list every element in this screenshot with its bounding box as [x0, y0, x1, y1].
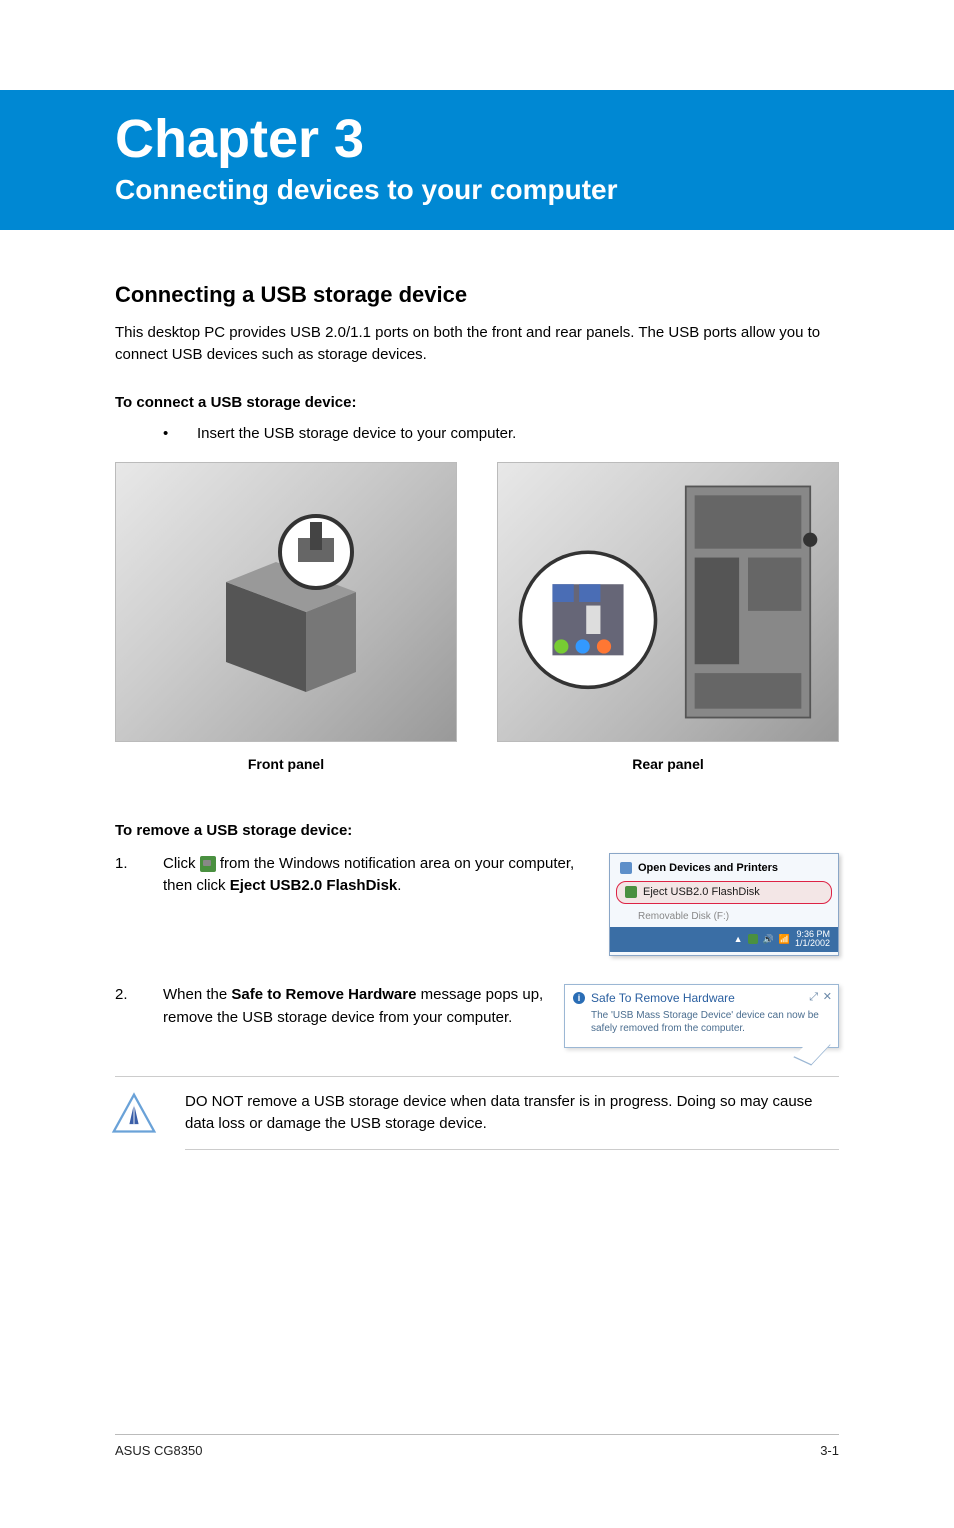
- warning-text: DO NOT remove a USB storage device when …: [185, 1091, 839, 1150]
- page-content: Connecting a USB storage device This des…: [0, 230, 954, 1150]
- step-2-text: When the Safe to Remove Hardware message…: [163, 984, 564, 1048]
- safe-remove-balloon: ⤢ ✕ i Safe To Remove Hardware The 'USB M…: [564, 984, 839, 1048]
- step-1-text-c: .: [397, 877, 401, 894]
- open-devices-label: Open Devices and Printers: [638, 860, 778, 877]
- chapter-banner: Chapter 3 Connecting devices to your com…: [0, 90, 954, 230]
- step-1-number: 1.: [115, 853, 163, 957]
- front-panel-image: [115, 462, 457, 742]
- warning-callout: DO NOT remove a USB storage device when …: [115, 1076, 839, 1150]
- step-2-bold: Safe to Remove Hardware: [231, 986, 416, 1003]
- section-heading: Connecting a USB storage device: [115, 282, 839, 308]
- eject-icon: [625, 886, 637, 898]
- step-2-text-a: When the: [163, 986, 231, 1003]
- removable-disk-item: Removable Disk (F:): [610, 906, 838, 927]
- step-2-number: 2.: [115, 984, 163, 1048]
- connect-bullet: • Insert the USB storage device to your …: [163, 425, 839, 442]
- front-panel-figure: Front panel: [115, 462, 457, 772]
- step-2: 2. When the Safe to Remove Hardware mess…: [115, 984, 839, 1048]
- figure-row: Front panel: [115, 462, 839, 772]
- tray-sound-icon: 🔊: [763, 933, 774, 947]
- tray-remove-icon: [748, 934, 758, 944]
- footer-page-number: 3-1: [820, 1443, 839, 1458]
- balloon-title: Safe To Remove Hardware: [591, 989, 735, 1007]
- step-1-bold: Eject USB2.0 FlashDisk: [230, 877, 398, 894]
- rear-panel-image: [497, 462, 839, 742]
- tray-date: 1/1/2002: [795, 938, 830, 948]
- warning-icon: [111, 1091, 157, 1137]
- rear-panel-figure: Rear panel: [497, 462, 839, 772]
- chapter-subtitle: Connecting devices to your computer: [115, 174, 914, 206]
- balloon-close-icon[interactable]: ✕: [823, 989, 832, 1006]
- info-icon: i: [573, 992, 585, 1004]
- balloon-title-row: i Safe To Remove Hardware: [573, 989, 830, 1007]
- front-panel-caption: Front panel: [248, 756, 324, 772]
- step-1-text-a: Click: [163, 855, 200, 872]
- step-1-text: Click from the Windows notification area…: [163, 853, 609, 957]
- rear-panel-caption: Rear panel: [632, 756, 704, 772]
- tray-net-icon: 📶: [779, 933, 790, 947]
- eject-flashdisk-item[interactable]: Eject USB2.0 FlashDisk: [616, 881, 832, 904]
- balloon-tail: [793, 1037, 830, 1066]
- tray-flag-icon: ▲: [734, 933, 743, 947]
- step-1: 1. Click from the Windows notification a…: [115, 853, 839, 957]
- bullet-text: Insert the USB storage device to your co…: [197, 425, 516, 442]
- bullet-marker: •: [163, 425, 197, 442]
- removable-disk-label: Removable Disk (F:): [638, 909, 729, 924]
- balloon-message: The 'USB Mass Storage Device' device can…: [573, 1009, 830, 1035]
- balloon-zoom-icon[interactable]: ⤢: [809, 989, 818, 1006]
- safely-remove-tray-icon: [200, 856, 216, 872]
- intro-paragraph: This desktop PC provides USB 2.0/1.1 por…: [115, 322, 839, 366]
- tray-time: 9:36 PM: [796, 929, 830, 939]
- devices-icon: [620, 862, 632, 874]
- remove-sub-heading: To remove a USB storage device:: [115, 822, 839, 839]
- eject-context-menu: Open Devices and Printers Eject USB2.0 F…: [609, 853, 839, 957]
- system-tray: ▲ 🔊 📶 9:36 PM 1/1/2002: [610, 927, 838, 953]
- chapter-title: Chapter 3: [115, 108, 914, 170]
- eject-flashdisk-label: Eject USB2.0 FlashDisk: [643, 884, 760, 901]
- connect-sub-heading: To connect a USB storage device:: [115, 394, 839, 411]
- footer-product: ASUS CG8350: [115, 1443, 202, 1458]
- safe-remove-screenshot: ⤢ ✕ i Safe To Remove Hardware The 'USB M…: [564, 984, 839, 1048]
- eject-menu-screenshot: Open Devices and Printers Eject USB2.0 F…: [609, 853, 839, 957]
- open-devices-item[interactable]: Open Devices and Printers: [610, 857, 838, 880]
